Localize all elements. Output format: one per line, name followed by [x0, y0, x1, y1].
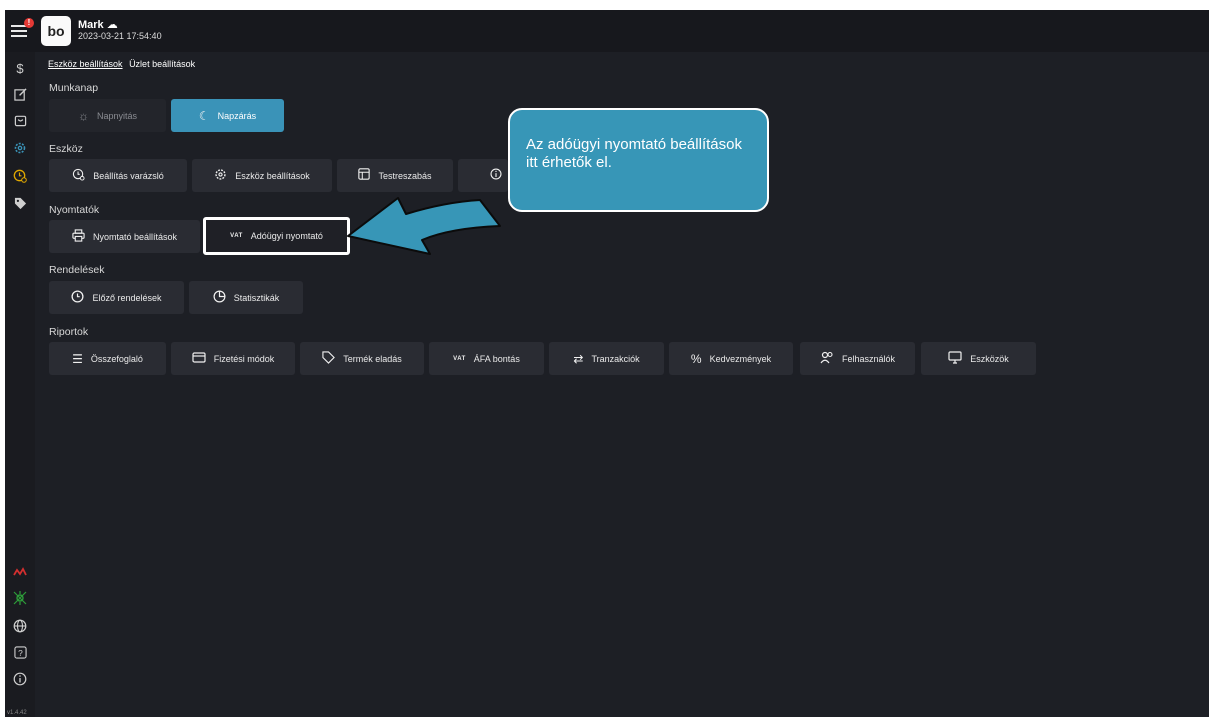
report-summary-button[interactable]: ☰ Összefoglaló [49, 342, 166, 375]
sidebar: $ ? v1.4.42 [5, 52, 35, 717]
report-payment-methods-label: Fizetési módok [213, 353, 275, 364]
report-users-button[interactable]: Felhasználók [800, 342, 915, 375]
gear-icon [214, 168, 227, 184]
day-close-label: Napzárás [217, 110, 257, 121]
report-summary-label: Összefoglaló [90, 353, 143, 364]
settings-icon[interactable] [12, 140, 28, 156]
layout-icon [358, 168, 371, 183]
report-product-sales-label: Termék eladás [343, 353, 402, 364]
status-green-icon [12, 590, 28, 606]
svg-text:?: ? [18, 647, 23, 657]
printer-settings-button[interactable]: Nyomtató beállítások [49, 220, 200, 253]
moon-icon: ☾ [198, 108, 210, 123]
settings-tabs: Eszköz beállítások Üzlet beállítások [48, 59, 199, 69]
help-icon[interactable]: ? [12, 644, 28, 660]
section-title-printers: Nyomtatók [49, 204, 100, 216]
report-transactions-label: Tranzakciók [591, 353, 640, 364]
list-icon: ☰ [72, 351, 83, 366]
notification-badge: ! [24, 18, 34, 28]
section-title-device: Eszköz [49, 143, 83, 155]
app-logo: bo [41, 16, 71, 46]
clock-icon [71, 289, 85, 306]
bag-icon[interactable] [12, 112, 28, 128]
statistics-label: Statisztikák [233, 292, 280, 303]
previous-orders-label: Előző rendelések [92, 292, 162, 303]
day-close-button[interactable]: ☾ Napzárás [171, 99, 284, 132]
pie-chart-icon [213, 290, 226, 306]
top-bar: ! bo Mark ☁ 2023-03-21 17:54:40 [5, 10, 1209, 52]
swap-arrows-icon: ⇄ [573, 351, 584, 366]
setup-wizard-button[interactable]: Beállítás varázsló [49, 159, 187, 192]
clock-settings-icon [72, 168, 85, 184]
previous-orders-button[interactable]: Előző rendelések [49, 281, 184, 314]
dollar-icon[interactable]: $ [12, 60, 28, 76]
printer-icon [72, 228, 85, 245]
customize-button[interactable]: Testreszabás [337, 159, 453, 192]
percent-icon: % [690, 351, 702, 366]
clock-warning-icon[interactable] [12, 168, 28, 184]
monitor-icon [948, 350, 962, 367]
fiscal-printer-button[interactable]: VAT Adóügyi nyomtató [203, 217, 350, 255]
report-devices-label: Eszközök [970, 353, 1009, 364]
users-icon [820, 351, 834, 367]
tutorial-callout: Az adóügyi nyomtató beállítások itt érhe… [508, 108, 769, 212]
timestamp: 2023-03-21 17:54:40 [78, 31, 162, 41]
report-vat-breakdown-label: ÁFA bontás [473, 353, 520, 364]
printer-settings-label: Nyomtató beállítások [92, 231, 178, 242]
user-name: Mark ☁ [78, 19, 118, 31]
report-payment-methods-button[interactable]: Fizetési módok [171, 342, 295, 375]
section-title-reports: Riportok [49, 326, 89, 338]
vat-icon: VAT [230, 233, 243, 239]
globe-icon[interactable] [12, 618, 28, 634]
report-vat-breakdown-button[interactable]: VAT ÁFA bontás [429, 342, 544, 375]
vat-icon: VAT [453, 355, 466, 362]
customize-label: Testreszabás [378, 170, 432, 181]
tag-icon[interactable] [12, 195, 28, 211]
day-open-label: Napnyitás [96, 110, 138, 121]
section-title-workday: Munkanap [49, 82, 99, 94]
report-devices-button[interactable]: Eszközök [921, 342, 1036, 375]
info-icon[interactable] [12, 671, 28, 687]
report-discounts-label: Kedvezmények [709, 353, 772, 364]
app-window: ! bo Mark ☁ 2023-03-21 17:54:40 $ ? v1.4… [5, 10, 1209, 717]
credit-card-icon [192, 351, 206, 366]
report-product-sales-button[interactable]: Termék eladás [300, 342, 424, 375]
statistics-button[interactable]: Statisztikák [189, 281, 303, 314]
fiscal-printer-label: Adóügyi nyomtató [250, 231, 323, 241]
tab-device-settings[interactable]: Eszköz beállítások [48, 59, 123, 69]
day-open-button[interactable]: ☼ Napnyitás [49, 99, 166, 132]
status-red-icon [12, 564, 28, 580]
sun-icon: ☼ [77, 108, 89, 123]
hamburger-menu-button[interactable]: ! [11, 18, 34, 41]
section-title-orders: Rendelések [49, 264, 105, 276]
setup-wizard-label: Beállítás varázsló [93, 170, 164, 181]
logo-text: bo [47, 23, 65, 39]
device-settings-label: Eszköz beállítások [235, 170, 310, 181]
callout-arrow-icon [347, 197, 501, 255]
device-settings-button[interactable]: Eszköz beállítások [192, 159, 332, 192]
tag-outline-icon [322, 350, 336, 367]
version-label: v1.4.42 [7, 710, 27, 716]
device-info-button[interactable] [458, 159, 508, 192]
report-transactions-button[interactable]: ⇄ Tranzakciók [549, 342, 664, 375]
report-discounts-button[interactable]: % Kedvezmények [669, 342, 793, 375]
edit-icon[interactable] [12, 86, 28, 102]
info-circle-icon [490, 168, 502, 183]
tab-store-settings[interactable]: Üzlet beállítások [129, 59, 195, 69]
report-users-label: Felhasználók [841, 353, 896, 364]
